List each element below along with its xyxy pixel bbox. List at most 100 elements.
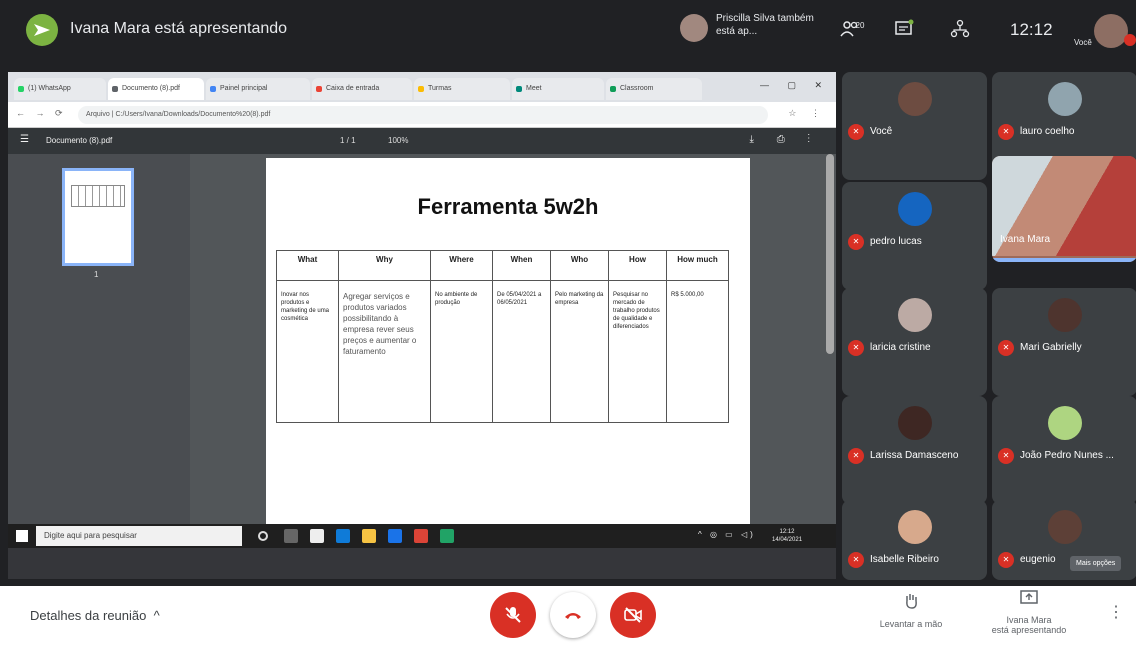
raise-hand-label: Levantar a mão [879,619,943,629]
pdf-tools[interactable]: ⤓ ⎙ ⋮ [750,134,820,145]
favicon-icon [18,86,24,92]
favicon-icon [516,86,522,92]
mail-icon[interactable] [388,529,402,543]
participant-tile[interactable]: ✕ João Pedro Nunes ... [992,396,1136,504]
favicon-icon [418,86,424,92]
browser-tab[interactable]: (1) WhatsApp [14,78,106,100]
edge-icon[interactable] [336,529,350,543]
self-label: Você [1074,38,1092,47]
presenting-title: Ivana Mara está apresentando [70,20,288,37]
mic-off-icon: ✕ [848,124,864,140]
mic-off-icon: ✕ [848,234,864,250]
table-row: Inovar nos produtos e marketing de uma c… [276,280,729,423]
menu-icon[interactable]: ☰ [20,134,29,145]
clock: 12:12 [1010,20,1053,39]
mic-off-icon: ✕ [848,448,864,464]
windows-start-icon[interactable] [16,530,28,542]
chrome-icon[interactable] [414,529,428,543]
participant-tile[interactable]: ✕ pedro lucas [842,182,987,290]
mic-toggle-button[interactable] [490,592,536,638]
zoom-level[interactable]: 100% [388,136,408,145]
top-bar: Ivana Mara está apresentando Priscilla S… [0,0,1136,62]
taskbar-search[interactable]: Digite aqui para pesquisar [36,526,242,546]
address-bar: ← → ⟳ Arquivo | C:/Users/Ivana/Downloads… [8,102,836,128]
thumbnail-table [71,185,125,207]
browser-tab[interactable]: Turmas [414,78,510,100]
participant-tile-active-speaker[interactable]: Ivana Mara [992,156,1136,262]
activities-icon[interactable] [948,18,972,42]
window-controls[interactable]: — ▢ ✕ [760,80,830,91]
presenter-avatar [26,14,58,46]
participant-name: Você [870,126,893,137]
page-thumbnail[interactable] [62,168,134,266]
table-cell: Pesquisar no mercado de trabalho produto… [608,280,667,423]
favicon-icon [610,86,616,92]
nav-buttons[interactable]: ← → ⟳ [16,108,67,119]
raise-hand-button[interactable]: Levantar a mão [866,592,956,640]
scrollbar[interactable] [826,154,834,354]
windows-taskbar: Digite aqui para pesquisar ^ ◎ ▭ ◁) 12:1… [8,524,836,548]
browser-tab[interactable]: Classroom [606,78,702,100]
browser-tab[interactable]: Meet [512,78,604,100]
pdf-viewer: Ferramenta 5w2h What Why Where When Who … [190,154,836,524]
also-presenting-notice[interactable]: Priscilla Silva também está ap... [680,10,820,52]
participant-tile[interactable]: ✕ laricia cristine [842,288,987,396]
taskbar-clock[interactable]: 12:12 14/04/2021 [772,528,802,544]
bottom-control-bar: Detalhes da reunião ^ Levantar a mão Iva… [0,586,1136,645]
url-field[interactable]: Arquivo | C:/Users/Ivana/Downloads/Docum… [78,106,768,124]
chevron-up-icon: ^ [149,608,160,623]
pdf-page: Ferramenta 5w2h What Why Where When Who … [266,158,750,524]
self-video-thumbnail[interactable] [1094,14,1128,48]
mic-off-icon: ✕ [998,124,1014,140]
present-screen-icon [1020,590,1038,604]
favicon-icon [112,86,118,92]
page-indicator[interactable]: 1 / 1 [340,136,356,145]
cortana-icon[interactable] [258,531,268,541]
system-tray-icons[interactable]: ^ ◎ ▭ ◁) [698,530,756,539]
shared-screen: (1) WhatsApp Documento (8).pdf Painel pr… [8,72,836,579]
browser-tab-strip: (1) WhatsApp Documento (8).pdf Painel pr… [8,72,836,102]
mic-off-icon [1124,34,1136,46]
leave-call-button[interactable] [550,592,596,638]
presenting-status-button[interactable]: Ivana Mara está apresentando [974,590,1084,640]
meet-window: Ivana Mara está apresentando Priscilla S… [0,0,1136,645]
participant-name: Isabelle Ribeiro [870,554,939,565]
browser-tab-active[interactable]: Documento (8).pdf [108,78,204,100]
meeting-details-button[interactable]: Detalhes da reunião ^ [30,608,160,623]
table-cell: R$ 5.000,00 [666,280,729,423]
browser-tab[interactable]: Caixa de entrada [312,78,412,100]
browser-tab[interactable]: Painel principal [206,78,310,100]
participant-name: pedro lucas [870,236,922,247]
participant-name: laricia cristine [870,342,931,353]
table-header: Who [550,250,609,281]
table-cell: De 05/04/2021 a 06/05/2021 [492,280,551,423]
participant-tile[interactable]: ✕ Larissa Damasceno [842,396,987,504]
favicon-icon [316,86,322,92]
avatar [1048,82,1082,116]
table-header-row: What Why Where When Who How How much [276,250,729,281]
avatar [898,298,932,332]
browser-menu-icons[interactable]: ☆ ⋮ [788,108,826,119]
excel-icon[interactable] [440,529,454,543]
mic-off-icon: ✕ [848,340,864,356]
table-cell: No ambiente de produção [430,280,493,423]
participant-name: João Pedro Nunes ... [1020,450,1114,461]
more-options-icon[interactable]: ⋮ [1106,602,1126,626]
avatar [1048,298,1082,332]
participant-tile[interactable]: ✕ Você [842,72,987,180]
file-explorer-icon[interactable] [362,529,376,543]
also-presenting-text: Priscilla Silva também está ap... [716,13,814,37]
table-header: What [276,250,339,281]
camera-toggle-button[interactable] [610,592,656,638]
mic-off-icon: ✕ [848,552,864,568]
chat-icon[interactable] [892,18,916,42]
participant-name: Ivana Mara [1000,234,1051,245]
store-icon[interactable] [310,529,324,543]
pdf-file-name: Documento (8).pdf [46,136,113,145]
table-header: Where [430,250,493,281]
hang-up-icon [565,613,581,619]
task-view-icon[interactable] [284,529,298,543]
participant-tile[interactable]: ✕ Mari Gabrielly [992,288,1136,396]
hand-icon [906,594,917,609]
participant-tile[interactable]: ✕ Isabelle Ribeiro [842,500,987,580]
